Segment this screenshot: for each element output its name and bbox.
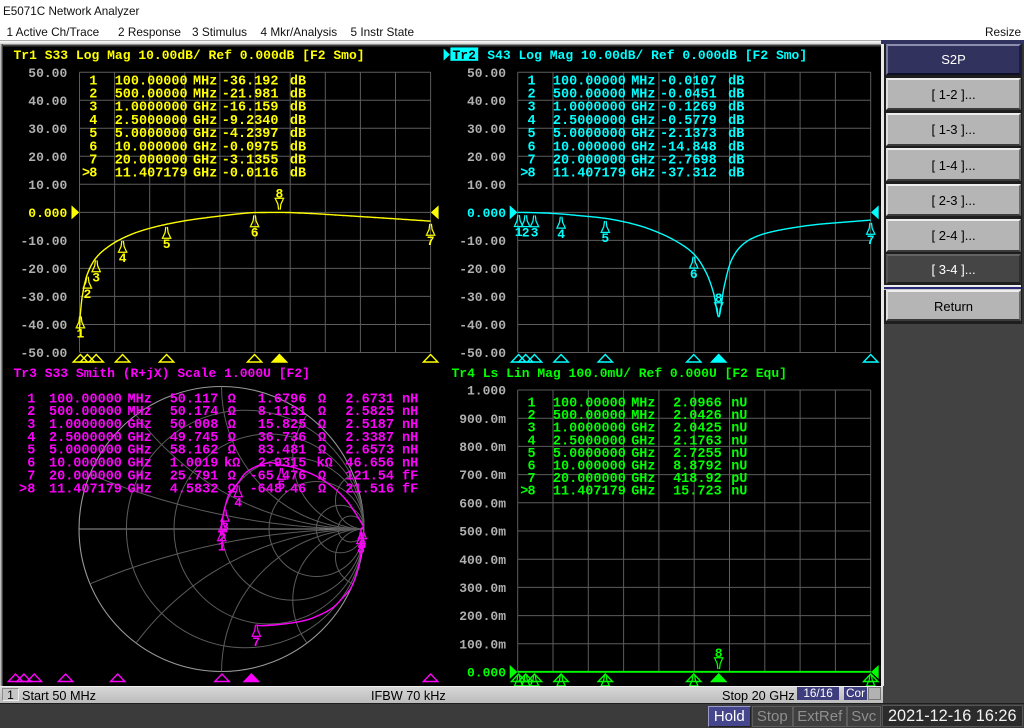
svg-text:-50.00: -50.00 (20, 346, 67, 361)
svg-text:5: 5 (277, 478, 285, 493)
svg-text:11.407179: 11.407179 (553, 485, 626, 500)
svg-text:8: 8 (527, 167, 535, 182)
svg-text:nU: nU (731, 485, 747, 500)
svg-text:8: 8 (357, 542, 365, 557)
svg-text:3: 3 (221, 520, 229, 535)
svg-text:10.00: 10.00 (467, 178, 506, 193)
svg-text:4: 4 (234, 496, 242, 511)
svg-text:0.000: 0.000 (467, 206, 506, 221)
svg-text:50.00: 50.00 (28, 66, 67, 81)
svg-text:Tr1 S33 Log Mag 10.00dB/ Ref 0: Tr1 S33 Log Mag 10.00dB/ Ref 0.000dB [F2… (14, 48, 365, 63)
svg-text:7: 7 (867, 233, 875, 248)
svg-text:500.0m: 500.0m (459, 525, 506, 540)
svg-text:-10.00: -10.00 (20, 234, 67, 249)
svg-text:11.407179: 11.407179 (115, 167, 188, 182)
svg-text:50.00: 50.00 (467, 66, 506, 81)
svg-text:-30.00: -30.00 (20, 290, 67, 305)
svg-text:8: 8 (715, 291, 723, 306)
svg-text:8: 8 (275, 187, 283, 202)
svg-text:20.00: 20.00 (467, 150, 506, 165)
svg-text:30.00: 30.00 (28, 122, 67, 137)
svg-text:6: 6 (251, 225, 259, 240)
svg-text:-40.00: -40.00 (459, 318, 506, 333)
svg-text:-0.0116: -0.0116 (222, 167, 279, 182)
svg-text:900.0m: 900.0m (459, 412, 506, 427)
svg-text:3: 3 (531, 226, 539, 241)
svg-text:300.0m: 300.0m (459, 581, 506, 596)
svg-text:>: > (19, 482, 27, 497)
svg-text:2: 2 (83, 287, 91, 302)
svg-text:21.516: 21.516 (345, 482, 394, 497)
svg-text:0.000: 0.000 (28, 206, 67, 221)
svg-text:Tr3 S33 Smith (R+jX) Scale 1.0: Tr3 S33 Smith (R+jX) Scale 1.000U [F2] (14, 366, 310, 381)
svg-text:2: 2 (522, 225, 530, 240)
svg-text:-20.00: -20.00 (20, 262, 67, 277)
svg-text:GHz: GHz (631, 485, 655, 500)
svg-text:1: 1 (76, 327, 84, 342)
svg-text:1.000: 1.000 (467, 384, 506, 399)
svg-text:S43 Log Mag 10.00dB/ Ref 0.000: S43 Log Mag 10.00dB/ Ref 0.000dB [F2 Smo… (480, 48, 808, 63)
svg-text:30.00: 30.00 (467, 122, 506, 137)
svg-text:20.00: 20.00 (28, 150, 67, 165)
svg-text:dB: dB (290, 167, 306, 182)
svg-text:11.407179: 11.407179 (49, 482, 122, 497)
svg-text:40.00: 40.00 (467, 94, 506, 109)
svg-text:7: 7 (427, 234, 435, 249)
svg-text:8: 8 (715, 646, 723, 661)
svg-text:Tr2: Tr2 (453, 48, 477, 63)
svg-text:GHz: GHz (193, 167, 217, 182)
svg-text:800.0m: 800.0m (459, 440, 506, 455)
svg-text:4: 4 (119, 251, 127, 266)
svg-text:3: 3 (92, 270, 100, 285)
svg-text:700.0m: 700.0m (459, 468, 506, 483)
svg-text:8: 8 (27, 482, 35, 497)
svg-text:-40.00: -40.00 (20, 318, 67, 333)
svg-text:100.0m: 100.0m (459, 637, 506, 652)
svg-text:15.723: 15.723 (673, 485, 722, 500)
svg-text:fF: fF (402, 482, 418, 497)
svg-text:-30.00: -30.00 (459, 290, 506, 305)
svg-text:10.00: 10.00 (28, 178, 67, 193)
svg-text:-10.00: -10.00 (459, 234, 506, 249)
svg-text:-20.00: -20.00 (459, 262, 506, 277)
svg-text:GHz: GHz (631, 167, 655, 182)
svg-text:5: 5 (163, 237, 171, 252)
svg-text:8: 8 (527, 485, 535, 500)
svg-text:11.407179: 11.407179 (553, 167, 626, 182)
svg-text:-37.312: -37.312 (660, 167, 717, 182)
svg-text:4: 4 (557, 227, 565, 242)
svg-text:6: 6 (690, 267, 698, 282)
svg-text:8: 8 (89, 167, 97, 182)
svg-text:7: 7 (252, 635, 260, 650)
svg-text:dB: dB (728, 167, 744, 182)
svg-text:Ω: Ω (318, 482, 326, 497)
svg-text:0.000: 0.000 (467, 666, 506, 681)
svg-text:GHz: GHz (128, 482, 152, 497)
svg-text:5: 5 (601, 231, 609, 246)
svg-text:600.0m: 600.0m (459, 496, 506, 511)
svg-text:-50.00: -50.00 (459, 346, 506, 361)
svg-text:40.00: 40.00 (28, 94, 67, 109)
svg-text:200.0m: 200.0m (459, 609, 506, 624)
svg-text:Tr4 Ls Lin Mag 100.0mU/ Ref 0.: Tr4 Ls Lin Mag 100.0mU/ Ref 0.000U [F2 E… (452, 366, 787, 381)
svg-text:400.0m: 400.0m (459, 553, 506, 568)
svg-text:4.5832: 4.5832 (170, 482, 219, 497)
